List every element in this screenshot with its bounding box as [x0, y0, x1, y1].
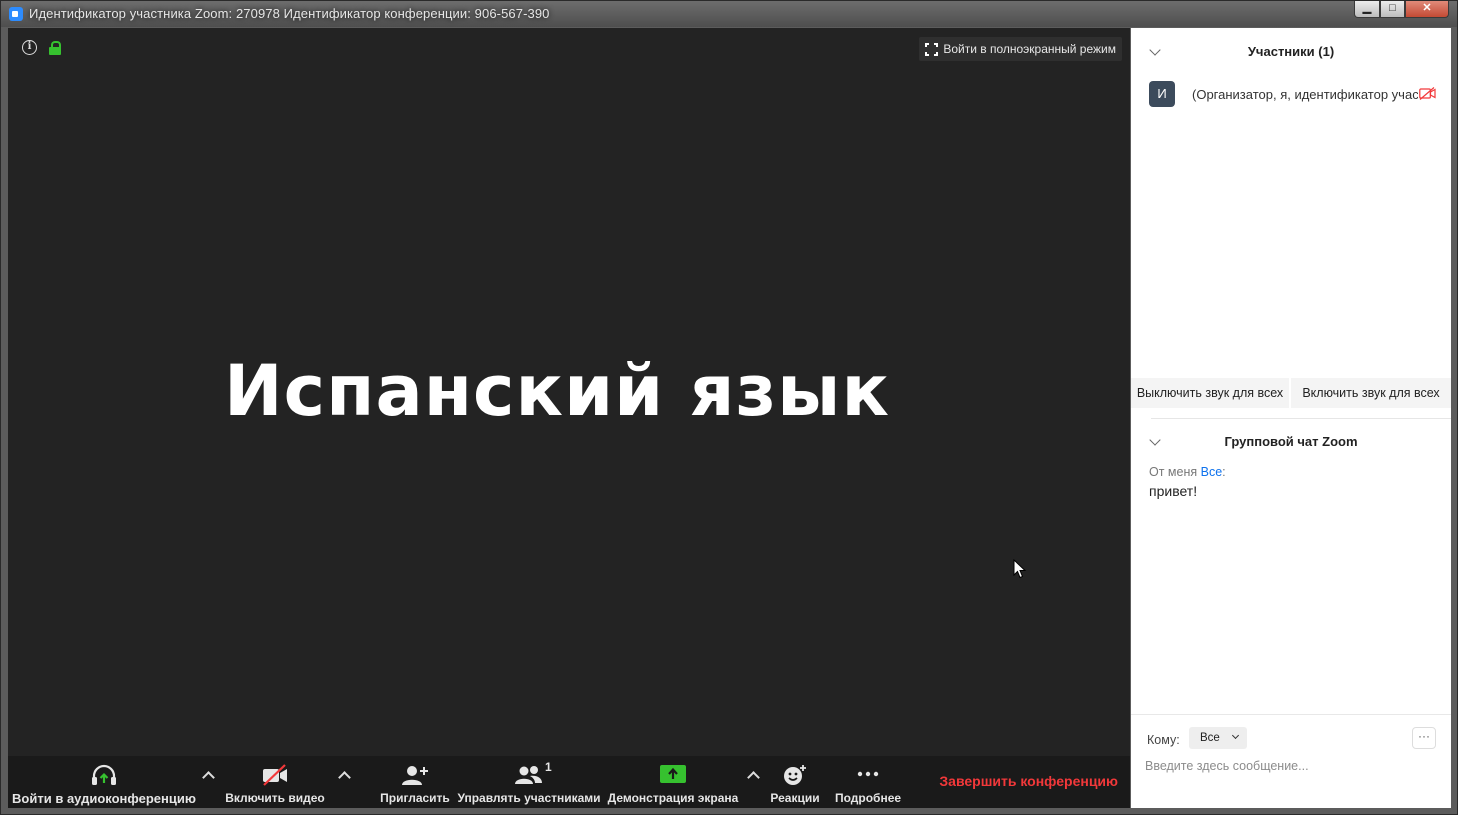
video-area: i Войти в полноэкранный режим Испанский …	[8, 28, 1130, 808]
mute-all-button[interactable]: Выключить звук для всех	[1131, 378, 1291, 408]
title-bar[interactable]: Идентификатор участника Zoom: 270978 Иде…	[1, 1, 1457, 27]
more-dots-icon	[857, 771, 879, 777]
chat-recipient-link[interactable]: Все	[1201, 465, 1223, 479]
share-screen-icon	[660, 765, 686, 783]
zoom-window: Идентификатор участника Zoom: 270978 Иде…	[0, 0, 1458, 815]
chat-message-text: привет!	[1149, 483, 1198, 499]
chat-more-options-button[interactable]: ···	[1412, 727, 1436, 749]
participant-name-display: Испанский язык	[224, 350, 890, 432]
recipient-value: Все	[1200, 732, 1220, 744]
divider	[1151, 418, 1451, 419]
participants-count-badge: 1	[545, 760, 552, 774]
chat-compose-area: Кому: Все ···	[1131, 714, 1451, 808]
video-off-icon	[263, 764, 287, 786]
to-label: Кому:	[1147, 733, 1180, 747]
more-label: Подробнее	[834, 791, 902, 805]
participants-panel-title: Участники (1)	[1247, 44, 1335, 59]
participants-panel-header: Участники (1)	[1131, 30, 1451, 70]
join-audio-label: Войти в аудиоконференцию	[12, 791, 196, 806]
share-screen-label: Демонстрация экрана	[607, 791, 739, 805]
meeting-status-icons: i	[22, 40, 61, 55]
fullscreen-icon	[925, 42, 939, 56]
meeting-toolbar: Войти в аудиоконференцию Включить видео …	[8, 756, 1130, 808]
reactions-button[interactable]: Реакции	[765, 756, 825, 808]
avatar: И	[1149, 81, 1175, 107]
add-user-icon	[402, 766, 428, 785]
video-off-icon	[1419, 87, 1436, 100]
manage-participants-label: Управлять участниками	[457, 791, 601, 805]
unmute-all-button[interactable]: Включить звук для всех	[1291, 378, 1451, 408]
participants-icon	[515, 766, 542, 784]
maximize-button[interactable]: □	[1380, 1, 1405, 18]
minimize-button[interactable]: ▁	[1354, 1, 1380, 18]
audio-options-chevron-up-icon[interactable]	[201, 768, 215, 782]
participant-list-item[interactable]: И (Организатор, я, идентификатор участни…	[1149, 81, 1439, 107]
side-panel: Участники (1) И (Организатор, я, идентиф…	[1131, 28, 1451, 808]
chat-message-header: От меня Все:	[1149, 465, 1226, 479]
chat-panel-header: Групповой чат Zoom	[1131, 420, 1451, 460]
participant-name: (Организатор, я, идентификатор участника	[1192, 87, 1418, 102]
window-title: Идентификатор участника Zoom: 270978 Иде…	[29, 6, 550, 21]
chevron-down-icon	[1231, 731, 1240, 740]
join-audio-button[interactable]: Войти в аудиоконференцию	[8, 756, 200, 808]
chat-message-input[interactable]	[1145, 756, 1435, 776]
fullscreen-button[interactable]: Войти в полноэкранный режим	[919, 37, 1122, 61]
end-meeting-button[interactable]: Завершить конференцию	[939, 773, 1118, 789]
chat-sender: От меня	[1149, 465, 1198, 479]
more-button[interactable]: Подробнее	[832, 756, 904, 808]
start-video-label: Включить видео	[225, 791, 325, 805]
recipient-select[interactable]: Все	[1189, 727, 1247, 749]
share-options-chevron-up-icon[interactable]	[746, 768, 760, 782]
start-video-button[interactable]: Включить видео	[220, 756, 330, 808]
share-screen-button[interactable]: Демонстрация экрана	[606, 756, 740, 808]
participants-actions: Выключить звук для всех Включить звук дл…	[1131, 378, 1451, 408]
invite-label: Пригласить	[380, 791, 450, 805]
chat-panel-title: Групповой чат Zoom	[1224, 434, 1358, 449]
info-icon[interactable]: i	[22, 40, 37, 55]
headphones-icon	[92, 764, 116, 785]
reactions-icon	[784, 765, 806, 785]
zoom-app-icon	[9, 7, 23, 21]
video-options-chevron-up-icon[interactable]	[337, 768, 351, 782]
window-controls: ▁ □ ✕	[1354, 1, 1449, 19]
manage-participants-button[interactable]: 1 Управлять участниками	[457, 756, 601, 808]
lock-icon[interactable]	[49, 40, 61, 55]
close-button[interactable]: ✕	[1405, 1, 1449, 18]
fullscreen-label: Войти в полноэкранный режим	[943, 42, 1116, 56]
invite-button[interactable]: Пригласить	[380, 756, 450, 808]
reactions-label: Реакции	[770, 791, 820, 805]
mouse-cursor-icon	[1013, 559, 1027, 579]
